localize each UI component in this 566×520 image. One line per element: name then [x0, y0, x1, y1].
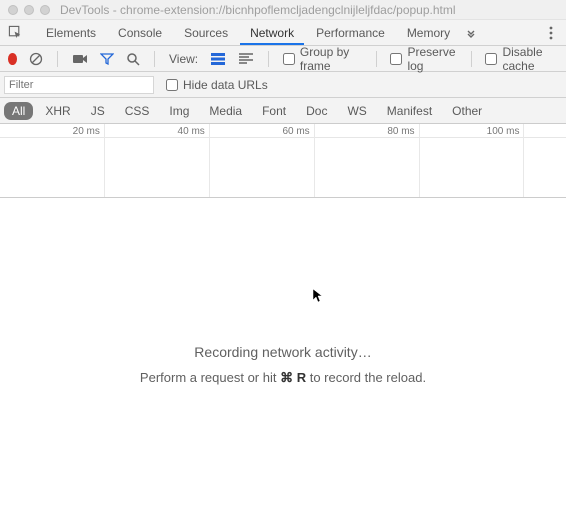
tab-network[interactable]: Network: [240, 21, 304, 45]
network-toolbar: View: Group by frame Preserve log Disabl…: [0, 46, 566, 72]
kebab-menu-icon[interactable]: [542, 26, 560, 40]
timeline-tick: 20 ms: [73, 126, 100, 137]
hide-data-urls-checkbox[interactable]: Hide data URLs: [166, 78, 268, 92]
camera-icon[interactable]: [72, 51, 88, 67]
tab-console[interactable]: Console: [108, 21, 172, 45]
hide-data-urls-input[interactable]: [166, 79, 178, 91]
empty-subtitle: Perform a request or hit ⌘ R to record t…: [0, 370, 566, 386]
type-doc[interactable]: Doc: [298, 102, 335, 120]
timeline-tick: 100 ms: [487, 126, 520, 137]
type-ws[interactable]: WS: [339, 102, 374, 120]
filter-bar: Hide data URLs: [0, 72, 566, 98]
type-js[interactable]: JS: [83, 102, 113, 120]
disable-cache-label: Disable cache: [502, 45, 558, 73]
divider: [268, 51, 269, 67]
group-by-frame-checkbox[interactable]: Group by frame: [283, 45, 362, 73]
record-button[interactable]: [8, 53, 17, 65]
more-tabs-icon[interactable]: [462, 28, 480, 38]
clear-icon[interactable]: [29, 51, 43, 67]
tab-elements[interactable]: Elements: [36, 21, 106, 45]
divider: [376, 51, 377, 67]
type-css[interactable]: CSS: [117, 102, 158, 120]
tab-performance[interactable]: Performance: [306, 21, 395, 45]
window-titlebar: DevTools - chrome-extension://bicnhpofle…: [0, 0, 566, 20]
preserve-log-label: Preserve log: [407, 45, 456, 73]
cursor-icon: [312, 288, 324, 307]
timeline-tick: 40 ms: [178, 126, 205, 137]
disable-cache-checkbox[interactable]: Disable cache: [485, 45, 558, 73]
type-manifest[interactable]: Manifest: [379, 102, 440, 120]
inspect-element-icon[interactable]: [6, 24, 24, 42]
type-all[interactable]: All: [4, 102, 33, 120]
traffic-light-close[interactable]: [8, 5, 18, 15]
preserve-log-checkbox[interactable]: Preserve log: [390, 45, 456, 73]
empty-state: Recording network activity… Perform a re…: [0, 344, 566, 386]
traffic-light-minimize[interactable]: [24, 5, 34, 15]
filter-icon[interactable]: [100, 51, 114, 67]
disable-cache-input[interactable]: [485, 53, 497, 65]
empty-sub-before: Perform a request or hit: [140, 370, 280, 385]
view-label: View:: [169, 52, 198, 66]
shortcut-key: ⌘ R: [280, 370, 306, 385]
type-xhr[interactable]: XHR: [37, 102, 78, 120]
traffic-light-zoom[interactable]: [40, 5, 50, 15]
empty-sub-after: to record the reload.: [306, 370, 426, 385]
window-title: DevTools - chrome-extension://bicnhpofle…: [60, 3, 558, 17]
type-filter-bar: All XHR JS CSS Img Media Font Doc WS Man…: [0, 98, 566, 124]
divider: [57, 51, 58, 67]
large-rows-icon[interactable]: [210, 51, 226, 67]
divider: [471, 51, 472, 67]
type-media[interactable]: Media: [201, 102, 250, 120]
tab-sources[interactable]: Sources: [174, 21, 238, 45]
type-font[interactable]: Font: [254, 102, 294, 120]
empty-title: Recording network activity…: [0, 344, 566, 360]
search-icon[interactable]: [126, 51, 140, 67]
waterfall-icon[interactable]: [238, 51, 254, 67]
type-other[interactable]: Other: [444, 102, 490, 120]
hide-data-urls-label: Hide data URLs: [183, 78, 268, 92]
timeline-tick: 60 ms: [282, 126, 309, 137]
timeline-tick: 80 ms: [387, 126, 414, 137]
requests-pane: Recording network activity… Perform a re…: [0, 198, 566, 520]
tab-memory[interactable]: Memory: [397, 21, 460, 45]
devtools-tabbar: Elements Console Sources Network Perform…: [0, 20, 566, 46]
timeline-overview[interactable]: 20 ms 40 ms 60 ms 80 ms 100 ms: [0, 124, 566, 198]
preserve-log-input[interactable]: [390, 53, 402, 65]
divider: [154, 51, 155, 67]
group-by-frame-label: Group by frame: [300, 45, 362, 73]
type-img[interactable]: Img: [161, 102, 197, 120]
group-by-frame-input[interactable]: [283, 53, 295, 65]
filter-input[interactable]: [4, 76, 154, 94]
